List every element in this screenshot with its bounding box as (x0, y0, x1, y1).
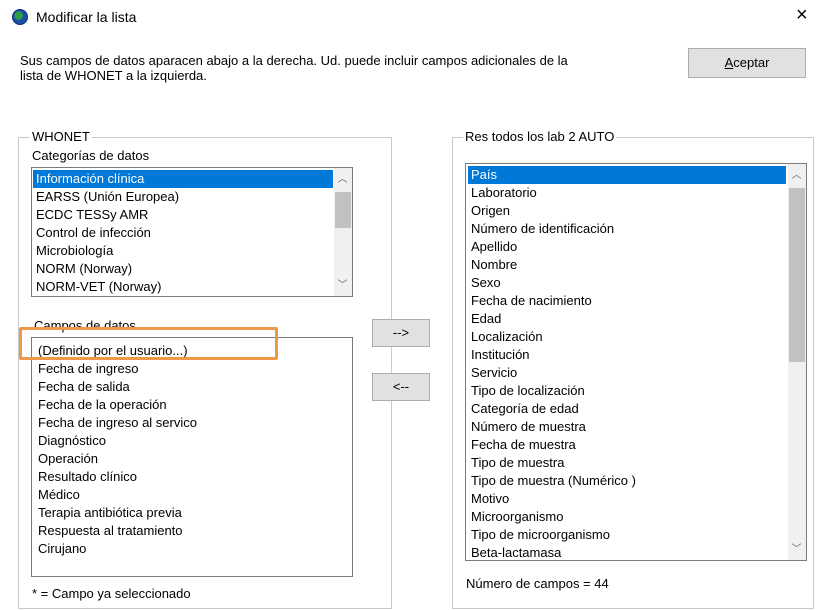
selected-field-item[interactable]: Microorganismo (468, 508, 786, 526)
selected-fields-legend: Res todos los lab 2 AUTO (463, 129, 617, 144)
selected-field-item[interactable]: Tipo de localización (468, 382, 786, 400)
window-title: Modificar la lista (36, 9, 137, 25)
chevron-up-icon[interactable]: ︿ (788, 170, 805, 182)
globe-icon (12, 9, 28, 25)
chevron-up-icon[interactable]: ︿ (334, 174, 351, 186)
categories-scrollbar[interactable]: ︿ ﹀ (334, 168, 352, 296)
field-count: Número de campos = 44 (466, 576, 609, 591)
categories-listbox[interactable]: Información clínica EARSS (Unión Europea)… (31, 167, 353, 297)
instructions-line-1: Sus campos de datos aparacen abajo a la … (20, 53, 568, 68)
whonet-group-legend: WHONET (30, 129, 92, 144)
selected-field-item[interactable]: Tipo de muestra (Numérico ) (468, 472, 786, 490)
selected-field-item[interactable]: Tipo de muestra (468, 454, 786, 472)
category-item[interactable]: Microbiología (33, 242, 333, 260)
field-item[interactable]: Terapia antibiótica previa (35, 504, 335, 522)
selected-fields-scrollbar[interactable]: ︿ ﹀ (788, 164, 806, 560)
category-item[interactable]: Control de infección (33, 224, 333, 242)
field-item[interactable]: Respuesta al tratamiento (35, 522, 335, 540)
category-item[interactable]: Información clínica (33, 170, 333, 188)
category-item[interactable]: NORM-VET (Norway) (33, 278, 333, 296)
field-item[interactable]: Fecha de salida (35, 378, 335, 396)
field-item[interactable]: Diagnóstico (35, 432, 335, 450)
field-item[interactable]: Resultado clínico (35, 468, 335, 486)
field-item[interactable]: Fecha de ingreso al servico (35, 414, 335, 432)
field-item[interactable]: Fecha de la operación (35, 396, 335, 414)
selected-field-item[interactable]: Tipo de microorganismo (468, 526, 786, 544)
selected-field-item[interactable]: Apellido (468, 238, 786, 256)
close-icon[interactable]: × (796, 5, 808, 25)
selected-fields-listbox[interactable]: País Laboratorio Origen Número de identific… (465, 163, 807, 561)
footnote: * = Campo ya seleccionado (32, 586, 191, 601)
selected-field-item[interactable]: Fecha de nacimiento (468, 292, 786, 310)
categories-label: Categorías de datos (32, 148, 150, 163)
accept-button[interactable]: Aceptar (688, 48, 806, 78)
field-item[interactable]: Cirujano (35, 540, 335, 558)
field-item[interactable]: Médico (35, 486, 335, 504)
selected-fields-scroll-thumb[interactable] (789, 188, 805, 362)
chevron-down-icon[interactable]: ﹀ (788, 544, 805, 556)
selected-field-item[interactable]: Edad (468, 310, 786, 328)
field-item[interactable]: Fecha de ingreso (35, 360, 335, 378)
selected-field-item[interactable]: Localización (468, 328, 786, 346)
field-item[interactable]: Operación (35, 450, 335, 468)
selected-field-item[interactable]: Número de muestra (468, 418, 786, 436)
selected-field-item[interactable]: Categoría de edad (468, 400, 786, 418)
selected-field-item[interactable]: Fecha de muestra (468, 436, 786, 454)
fields-listbox[interactable]: (Definido por el usuario...) Fecha de ing… (31, 337, 353, 577)
category-item[interactable]: NORM (Norway) (33, 260, 333, 278)
categories-scroll-thumb[interactable] (335, 192, 351, 228)
instructions: Sus campos de datos aparacen abajo a la … (20, 53, 660, 83)
selected-field-item[interactable]: Número de identificación (468, 220, 786, 238)
accept-button-label: ceptar (733, 55, 770, 70)
chevron-down-icon[interactable]: ﹀ (334, 280, 351, 292)
selected-field-item[interactable]: País (468, 166, 786, 184)
selected-field-item[interactable]: Sexo (468, 274, 786, 292)
selected-field-item[interactable]: Servicio (468, 364, 786, 382)
selected-field-item[interactable]: Institución (468, 346, 786, 364)
accept-button-accel: A (724, 55, 734, 70)
selected-field-item[interactable]: Beta-lactamasa (468, 544, 786, 560)
selected-field-item[interactable]: Nombre (468, 256, 786, 274)
selected-field-item[interactable]: Laboratorio (468, 184, 786, 202)
instructions-line-2: lista de WHONET a la izquierda. (20, 68, 207, 83)
selected-field-item[interactable]: Motivo (468, 490, 786, 508)
highlight-box (19, 327, 278, 360)
selected-field-item[interactable]: Origen (468, 202, 786, 220)
add-field-button[interactable]: --> (372, 319, 430, 347)
category-item[interactable]: EARSS (Unión Europea) (33, 188, 333, 206)
category-item[interactable]: ECDC TESSy AMR (33, 206, 333, 224)
remove-field-button[interactable]: <-- (372, 373, 430, 401)
